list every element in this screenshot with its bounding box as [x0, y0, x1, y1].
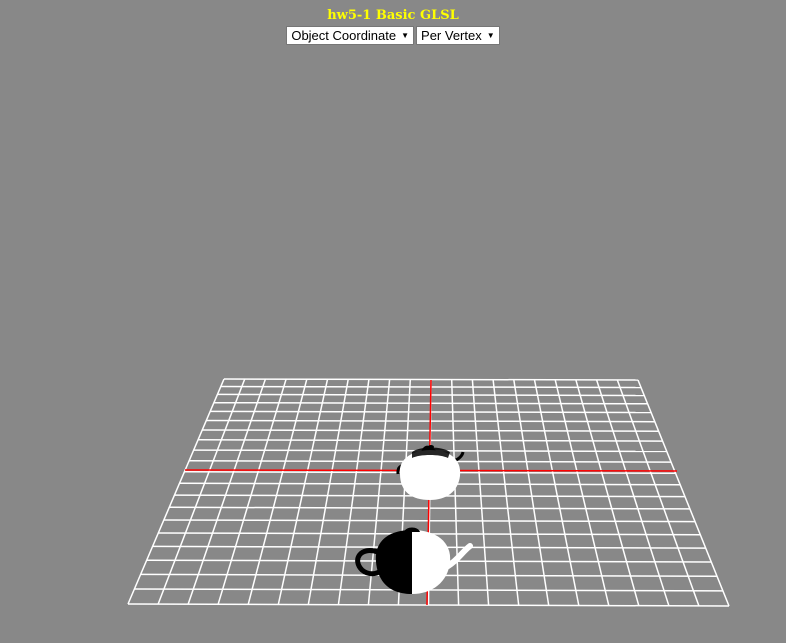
- grid-column-line: [513, 379, 550, 606]
- grid-column-line: [637, 379, 730, 607]
- grid-column-line: [307, 379, 349, 605]
- grid-column-line: [217, 378, 287, 605]
- grid-column-line: [247, 379, 308, 605]
- grid-column-line: [450, 379, 460, 606]
- webgl-canvas[interactable]: [0, 0, 786, 643]
- grid-column-line: [533, 379, 580, 606]
- grid-column-line: [277, 379, 329, 605]
- grid-column-line: [492, 379, 520, 606]
- grid-column-line: [187, 378, 267, 605]
- grid-column-line: [127, 378, 225, 605]
- grid-column-line: [554, 379, 610, 606]
- grid-column-line: [157, 378, 246, 605]
- grid-column-line: [471, 379, 490, 606]
